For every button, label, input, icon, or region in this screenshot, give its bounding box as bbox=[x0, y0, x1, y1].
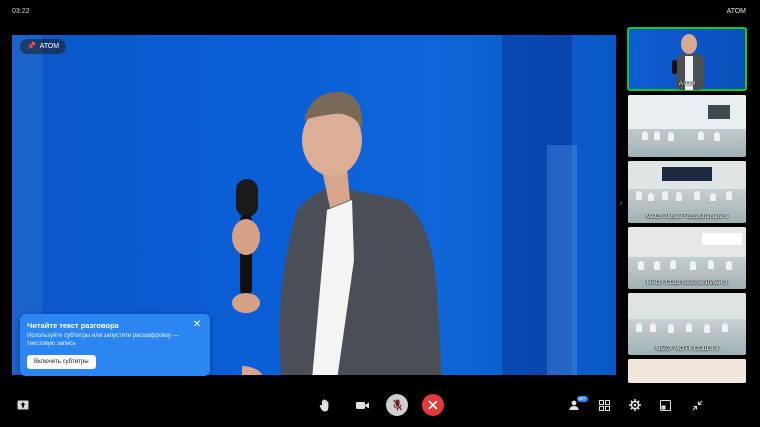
subtitles-hint-card: Читайте текст разговора Используйте субт… bbox=[20, 314, 210, 376]
enable-subtitles-button[interactable]: Включить субтитры bbox=[27, 355, 96, 369]
grid-layout-button[interactable] bbox=[593, 394, 615, 416]
participant-name: АТОМ bbox=[678, 81, 696, 87]
picture-in-picture-icon bbox=[659, 399, 671, 411]
exit-fullscreen-button[interactable] bbox=[686, 394, 708, 416]
pinned-badge[interactable]: 📌 АТОМ bbox=[20, 39, 67, 54]
subtitles-hint-text: Используйте субтитры или запустите расши… bbox=[27, 333, 179, 347]
microphone-muted-icon bbox=[392, 399, 402, 411]
stage-backdrop-light bbox=[547, 145, 577, 375]
participant-name: МАОУ СОШ поселок Дубки З bbox=[646, 280, 728, 286]
pinned-label: АТОМ bbox=[39, 43, 60, 50]
participant-tile[interactable]: МАОУ СОШ поселок Дубки З bbox=[628, 227, 746, 289]
chevron-right-icon[interactable]: › bbox=[620, 200, 622, 207]
participants-button[interactable]: 99+ bbox=[564, 394, 588, 416]
pin-icon: 📌 bbox=[27, 43, 36, 50]
grid-layout-icon bbox=[598, 399, 610, 411]
settings-button[interactable] bbox=[624, 394, 646, 416]
camera-icon bbox=[355, 401, 369, 409]
room-title: АТОМ bbox=[726, 8, 746, 15]
picture-in-picture-button[interactable] bbox=[654, 394, 676, 416]
screen-share-icon bbox=[17, 400, 29, 410]
screen-share-button[interactable] bbox=[12, 394, 34, 416]
participant-name: МБОУ МО ГК СОШ 3 З bbox=[655, 346, 719, 352]
hang-up-button[interactable] bbox=[422, 394, 444, 416]
participant-tile[interactable] bbox=[628, 95, 746, 157]
subtitles-hint-title: Читайте текст разговора bbox=[27, 321, 119, 330]
hang-up-icon bbox=[428, 400, 438, 410]
microphone-button[interactable] bbox=[386, 394, 408, 416]
raise-hand-button[interactable] bbox=[314, 394, 336, 416]
exit-fullscreen-icon bbox=[692, 400, 702, 410]
participant-tile[interactable]: МАОУ-Лицей Город-Лесной З bbox=[628, 161, 746, 223]
participants-count-badge: 99+ bbox=[577, 396, 588, 402]
participant-tile[interactable]: АТОМ bbox=[627, 27, 747, 91]
microphone-in-hand bbox=[232, 179, 260, 313]
participant-name: МАОУ-Лицей Город-Лесной З bbox=[645, 214, 729, 220]
participant-tile[interactable]: МБОУ МО ГК СОШ 3 З bbox=[628, 293, 746, 355]
clock: 03:22 bbox=[12, 8, 30, 15]
raise-hand-icon bbox=[319, 398, 329, 411]
gear-icon bbox=[629, 399, 641, 411]
close-icon[interactable]: ✕ bbox=[192, 320, 202, 330]
speaker-figure bbox=[242, 91, 442, 375]
participant-tile[interactable] bbox=[628, 359, 746, 383]
camera-button[interactable] bbox=[351, 394, 373, 416]
